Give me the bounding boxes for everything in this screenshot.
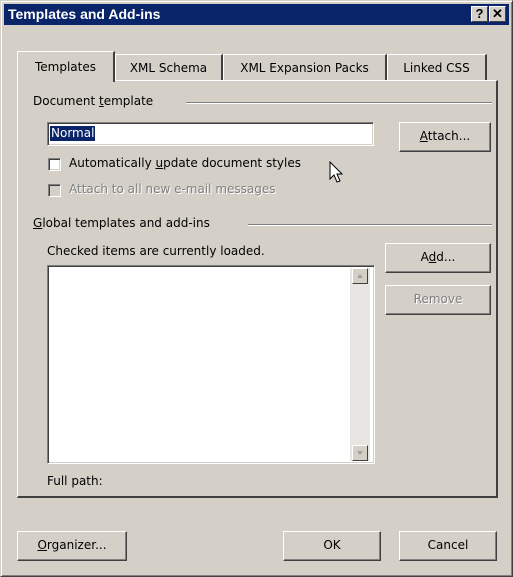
template-value-selected: Normal [50, 126, 96, 141]
scroll-up-arrow-icon [352, 268, 368, 284]
cancel-button[interactable]: Cancel [399, 531, 497, 561]
templates-tab-panel: Document template Normal Attach... Autom… [17, 80, 498, 498]
group-divider [248, 224, 492, 226]
ok-button[interactable]: OK [283, 531, 381, 561]
listbox-scrollbar[interactable] [350, 268, 370, 461]
mouse-pointer-icon [329, 161, 344, 183]
loaded-note: Checked items are currently loaded. [47, 244, 265, 258]
remove-button: Remove [385, 285, 491, 315]
scroll-down-arrow-icon [352, 445, 368, 461]
help-button[interactable]: ? [471, 6, 488, 22]
group-divider [186, 102, 492, 104]
title-bar[interactable]: Templates and Add-ins ? ✕ [4, 4, 509, 25]
attach-email-checkbox [48, 184, 61, 197]
tab-linked-css[interactable]: Linked CSS [387, 54, 487, 80]
auto-update-styles-checkbox[interactable] [48, 158, 61, 171]
add-button[interactable]: Add... [385, 243, 491, 273]
addins-listbox[interactable] [47, 265, 375, 464]
global-templates-group-label: Global templates and add-ins [33, 216, 210, 230]
attach-email-label: Attach to all new e-mail messages [69, 182, 276, 196]
attach-button[interactable]: Attach... [399, 122, 491, 152]
window-title: Templates and Add-ins [8, 6, 161, 22]
templates-addins-dialog: Templates and Add-ins ? ✕ Templates XML … [0, 0, 513, 577]
document-template-group-label: Document template [33, 94, 154, 108]
organizer-button[interactable]: Organizer... [17, 531, 127, 561]
tab-xml-schema[interactable]: XML Schema [115, 54, 223, 80]
full-path-label: Full path: [47, 474, 103, 488]
auto-update-styles-label[interactable]: Automatically update document styles [69, 156, 301, 170]
close-button[interactable]: ✕ [489, 6, 506, 22]
tab-xml-expansion-packs[interactable]: XML Expansion Packs [223, 54, 387, 80]
tab-templates[interactable]: Templates [17, 51, 115, 82]
document-template-input[interactable]: Normal [47, 122, 374, 146]
